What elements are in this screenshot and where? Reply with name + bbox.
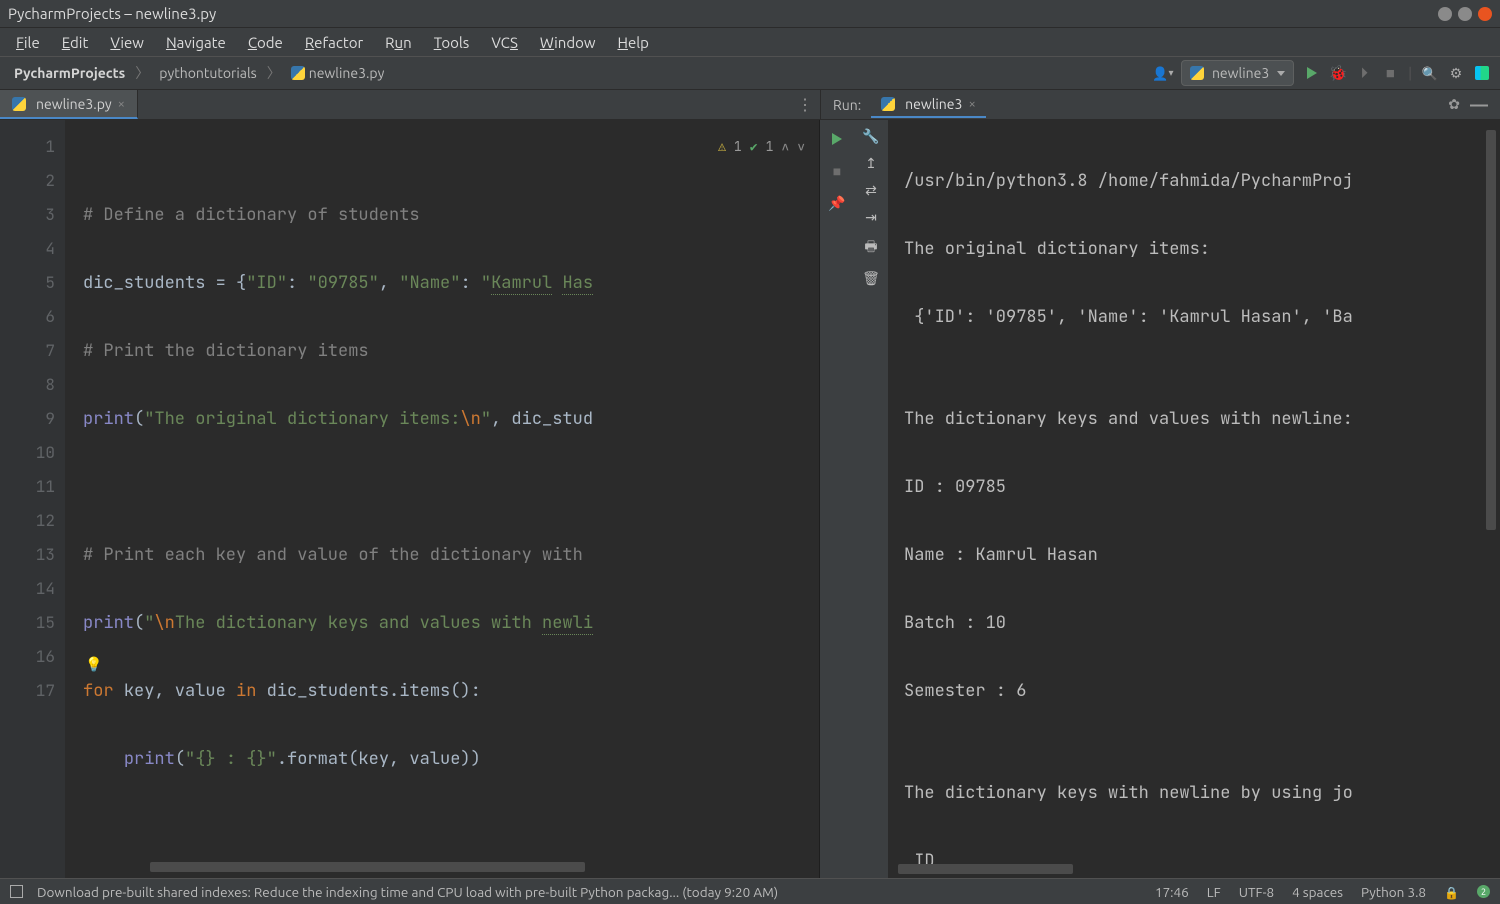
menu-navigate[interactable]: Navigate <box>156 32 236 53</box>
menu-code[interactable]: Code <box>238 32 293 53</box>
menu-edit[interactable]: Edit <box>52 32 99 53</box>
menu-file[interactable]: File <box>6 32 50 53</box>
search-everywhere-button[interactable] <box>1422 65 1438 81</box>
clear-all-icon[interactable]: 🗑 <box>862 270 880 287</box>
line-separator[interactable]: LF <box>1207 884 1221 900</box>
console-output[interactable]: /usr/bin/python3.8 /home/fahmida/Pycharm… <box>888 120 1500 878</box>
menu-vcs[interactable]: VCS <box>481 32 528 53</box>
python-interpreter[interactable]: Python 3.8 <box>1361 884 1426 900</box>
run-configuration-selector[interactable]: newline3 <box>1181 60 1294 86</box>
tab-options-button[interactable]: ⋮ <box>790 90 820 119</box>
breadcrumb-root[interactable]: PycharmProjects <box>10 63 129 83</box>
menu-tools[interactable]: Tools <box>424 32 480 53</box>
run-button[interactable] <box>1304 65 1320 81</box>
menu-refactor[interactable]: Refactor <box>295 32 373 53</box>
editor-tab-active[interactable]: newline3.py × <box>0 90 138 119</box>
breadcrumb-file[interactable]: newline3.py <box>287 63 389 83</box>
output-line: {'ID': '09785', 'Name': 'Kamrul Hasan', … <box>904 300 1500 334</box>
run-settings-button[interactable]: ✿ <box>1448 96 1460 113</box>
breadcrumb: PycharmProjects 〉 pythontutorials 〉 newl… <box>10 63 1155 83</box>
output-line: Semester : 6 <box>904 674 1500 708</box>
run-tool-window-header: Run: newline3 × ✿ — <box>820 90 1500 119</box>
output-line: The original dictionary items: <box>904 232 1500 266</box>
code-area[interactable]: ⚠1 ✔1 ∧ ∨ # Define a dictionary of stude… <box>65 120 819 878</box>
inspection-widgets[interactable]: ⚠1 ✔1 ∧ ∨ <box>718 130 805 164</box>
breadcrumb-folder[interactable]: pythontutorials <box>155 63 260 83</box>
python-file-icon <box>291 66 305 80</box>
window-titlebar: PycharmProjects – newline3.py <box>0 0 1500 28</box>
python-file-icon <box>12 97 26 111</box>
wrench-icon[interactable]: 🔧 <box>862 128 879 145</box>
stop-button[interactable]: ■ <box>1382 65 1398 81</box>
run-tab-label: newline3 <box>905 96 962 112</box>
soft-wrap-icon[interactable]: ⇄ <box>865 182 877 199</box>
hide-run-panel-button[interactable]: — <box>1470 95 1488 115</box>
warning-icon[interactable]: ⚠ <box>718 130 726 164</box>
editor-tabs: newline3.py × ⋮ Run: newline3 × ✿ — <box>0 90 1500 120</box>
python-icon <box>881 97 895 111</box>
run-tab[interactable]: newline3 × <box>871 92 986 118</box>
file-encoding[interactable]: UTF-8 <box>1239 884 1274 900</box>
menu-view[interactable]: View <box>100 32 154 53</box>
menu-run[interactable]: Run <box>375 32 422 53</box>
jetbrains-toolbox-icon[interactable] <box>1474 65 1490 81</box>
run-panel-label: Run: <box>833 97 861 113</box>
readonly-lock-icon[interactable] <box>1444 884 1459 900</box>
menu-help[interactable]: Help <box>608 32 659 53</box>
output-line: Name : Kamrul Hasan <box>904 538 1500 572</box>
toolbar-right: ▾ newline3 🐞 ⏵ ■ | <box>1155 60 1490 86</box>
output-line: Batch : 10 <box>904 606 1500 640</box>
run-toolbar-right: 🔧 ↥ ⇄ ⇥ 🖶 🗑 <box>854 120 888 878</box>
scroll-to-end-icon[interactable]: ⇥ <box>865 209 877 226</box>
menu-window[interactable]: Window <box>530 32 606 53</box>
status-clock: 17:46 <box>1155 884 1189 900</box>
run-with-coverage-button[interactable]: ⏵ <box>1356 65 1372 81</box>
notifications-badge[interactable]: 2 <box>1477 885 1490 898</box>
rerun-button[interactable] <box>826 128 848 150</box>
editor-horizontal-scrollbar[interactable] <box>150 862 789 872</box>
print-icon[interactable]: 🖶 <box>864 236 877 260</box>
chevron-right-icon: 〉 <box>267 63 281 83</box>
output-line: /usr/bin/python3.8 /home/fahmida/Pycharm… <box>904 164 1500 198</box>
status-bar: Download pre-built shared indexes: Reduc… <box>0 878 1500 904</box>
window-title: PycharmProjects – newline3.py <box>8 5 1438 22</box>
debug-button[interactable]: 🐞 <box>1330 65 1346 81</box>
intention-bulb-icon[interactable]: 💡 <box>85 648 102 682</box>
next-highlight-icon[interactable]: ∨ <box>797 130 805 164</box>
line-number-gutter: 1234567891011121314151617 <box>0 120 65 878</box>
python-icon <box>1190 66 1204 80</box>
stop-run-button[interactable]: ■ <box>826 160 848 182</box>
scroll-up-icon[interactable]: ↥ <box>865 155 877 172</box>
run-config-name: newline3 <box>1212 65 1269 81</box>
run-tool-window: ■ 📌 🔧 ↥ ⇄ ⇥ 🖶 🗑 /usr/bin/python3.8 /home… <box>820 120 1500 878</box>
navigation-toolbar: PycharmProjects 〉 pythontutorials 〉 newl… <box>0 56 1500 90</box>
close-run-tab-icon[interactable]: × <box>968 97 975 111</box>
output-line: The dictionary keys with newline by usin… <box>904 776 1500 810</box>
output-line: ID : 09785 <box>904 470 1500 504</box>
output-line: The dictionary keys and values with newl… <box>904 402 1500 436</box>
console-horizontal-scrollbar[interactable] <box>898 864 1480 874</box>
console-vertical-scrollbar[interactable] <box>1486 130 1496 858</box>
no-problems-icon[interactable]: ✔ <box>750 130 758 164</box>
settings-button[interactable] <box>1448 65 1464 81</box>
menu-bar: File Edit View Navigate Code Refactor Ru… <box>0 28 1500 56</box>
close-tab-icon[interactable]: × <box>118 97 125 111</box>
close-button[interactable] <box>1478 7 1492 21</box>
pin-tab-button[interactable]: 📌 <box>826 192 848 214</box>
chevron-right-icon: 〉 <box>135 63 149 83</box>
add-user-button[interactable]: ▾ <box>1155 65 1171 81</box>
tool-window-toggle-icon[interactable] <box>10 885 23 898</box>
minimize-button[interactable] <box>1438 7 1452 21</box>
main-area: 1234567891011121314151617 ⚠1 ✔1 ∧ ∨ # De… <box>0 120 1500 878</box>
tab-label: newline3.py <box>36 96 112 112</box>
maximize-button[interactable] <box>1458 7 1472 21</box>
chevron-down-icon <box>1277 71 1285 76</box>
run-toolbar-left: ■ 📌 <box>820 120 854 878</box>
code-editor[interactable]: 1234567891011121314151617 ⚠1 ✔1 ∧ ∨ # De… <box>0 120 820 878</box>
indent-setting[interactable]: 4 spaces <box>1292 884 1343 900</box>
window-controls <box>1438 7 1492 21</box>
prev-highlight-icon[interactable]: ∧ <box>781 130 789 164</box>
status-message[interactable]: Download pre-built shared indexes: Reduc… <box>37 884 778 900</box>
